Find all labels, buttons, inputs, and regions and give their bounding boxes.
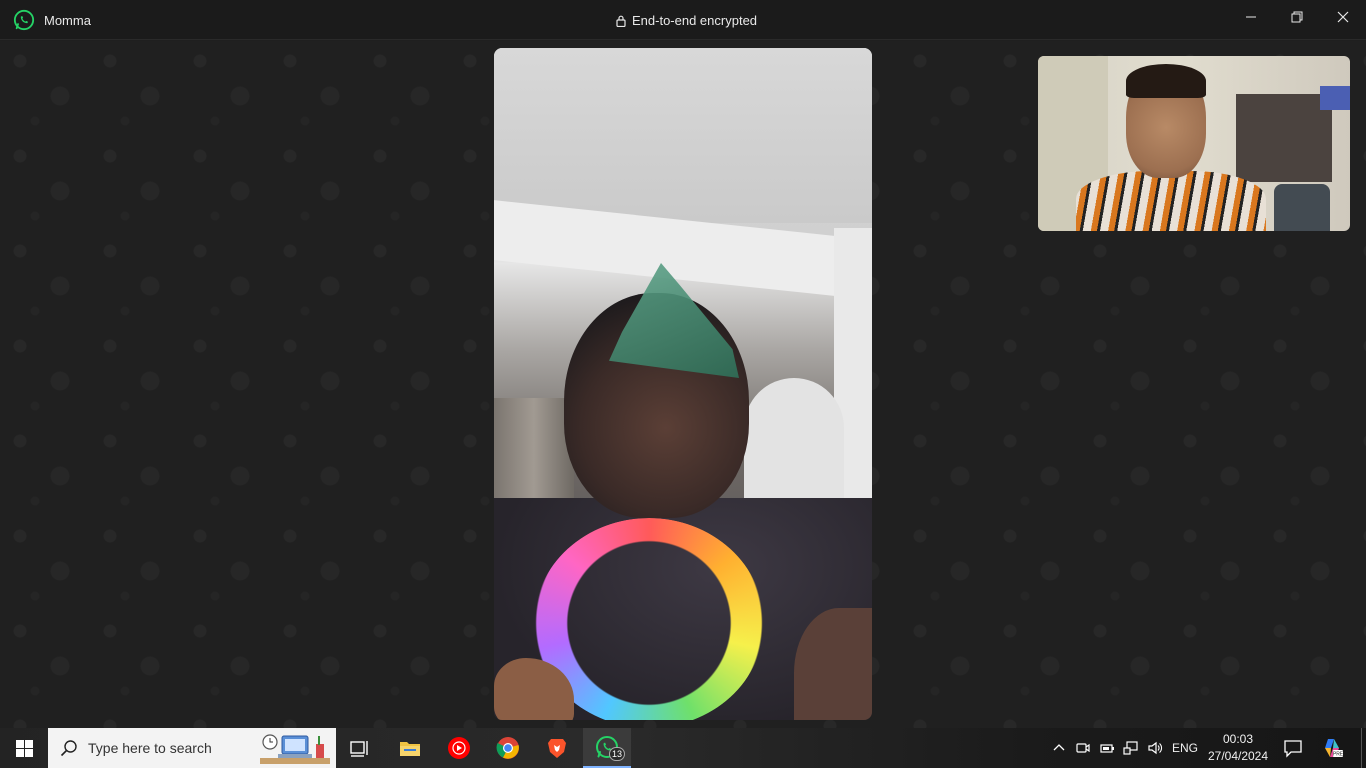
- camera-icon: [1076, 743, 1090, 753]
- task-view-button[interactable]: [336, 728, 384, 768]
- chair: [1274, 184, 1330, 231]
- whatsapp-icon: [13, 9, 35, 31]
- close-button[interactable]: [1320, 0, 1366, 34]
- chevron-up-icon: [1053, 744, 1065, 751]
- taskbar-search-box[interactable]: Type here to search: [48, 728, 336, 768]
- camera-in-use-indicator[interactable]: [1073, 738, 1093, 758]
- search-placeholder: Type here to search: [88, 740, 212, 756]
- close-icon: [1337, 11, 1349, 23]
- input-language[interactable]: ENG: [1172, 741, 1198, 755]
- unread-badge: 13: [609, 747, 626, 761]
- brave-icon: [548, 739, 566, 758]
- minimize-button[interactable]: [1228, 0, 1274, 34]
- lock-icon: [616, 15, 626, 27]
- encryption-status: End-to-end encrypted: [616, 13, 757, 28]
- copilot-icon[interactable]: PRE: [1320, 736, 1344, 760]
- search-highlight-illustration: [260, 734, 330, 764]
- encryption-label: End-to-end encrypted: [632, 13, 758, 28]
- battery-icon: [1100, 744, 1114, 753]
- windows-start-icon: [15, 739, 33, 757]
- volume-control[interactable]: [1145, 738, 1165, 758]
- task-view-icon: [350, 741, 368, 757]
- show-desktop-button[interactable]: [1361, 728, 1366, 768]
- taskbar-chrome[interactable]: [484, 728, 532, 768]
- self-shirt: [1076, 171, 1266, 231]
- svg-text:PRE: PRE: [1333, 752, 1344, 758]
- restore-button[interactable]: [1274, 0, 1320, 34]
- video-background: [494, 48, 872, 223]
- restore-icon: [1291, 11, 1303, 23]
- notification-center-icon[interactable]: [1282, 738, 1304, 758]
- title-bar: Momma End-to-end encrypted: [0, 0, 1366, 40]
- contact-name: Momma: [44, 13, 91, 28]
- clock[interactable]: 00:03 27/04/2024: [1204, 731, 1272, 765]
- hanging-towel: [1236, 94, 1332, 182]
- taskbar: Type here to search 13 ENG 00:03 27/04/2…: [0, 728, 1366, 768]
- battery-indicator[interactable]: [1097, 738, 1117, 758]
- chrome-icon: [496, 737, 519, 759]
- network-indicator[interactable]: [1121, 738, 1141, 758]
- start-button[interactable]: [0, 728, 48, 768]
- show-hidden-icons-button[interactable]: [1049, 738, 1069, 758]
- youtube-music-icon: [448, 737, 470, 759]
- taskbar-brave[interactable]: [533, 728, 581, 768]
- self-view-video[interactable]: [1038, 56, 1350, 231]
- taskbar-whatsapp[interactable]: 13: [583, 728, 631, 768]
- taskbar-file-explorer[interactable]: [386, 728, 434, 768]
- self-hair: [1126, 64, 1206, 98]
- minimize-icon: [1246, 16, 1256, 18]
- search-icon: [60, 740, 77, 757]
- remote-participant-video[interactable]: [494, 48, 872, 720]
- taskbar-youtube-music[interactable]: [435, 728, 483, 768]
- clock-date: 27/04/2024: [1207, 749, 1269, 763]
- ethernet-icon: [1123, 741, 1138, 755]
- speaker-icon: [1148, 741, 1162, 755]
- clock-time: 00:03: [1222, 732, 1254, 746]
- hanging-cloth: [1320, 86, 1350, 110]
- folder-icon: [400, 742, 420, 756]
